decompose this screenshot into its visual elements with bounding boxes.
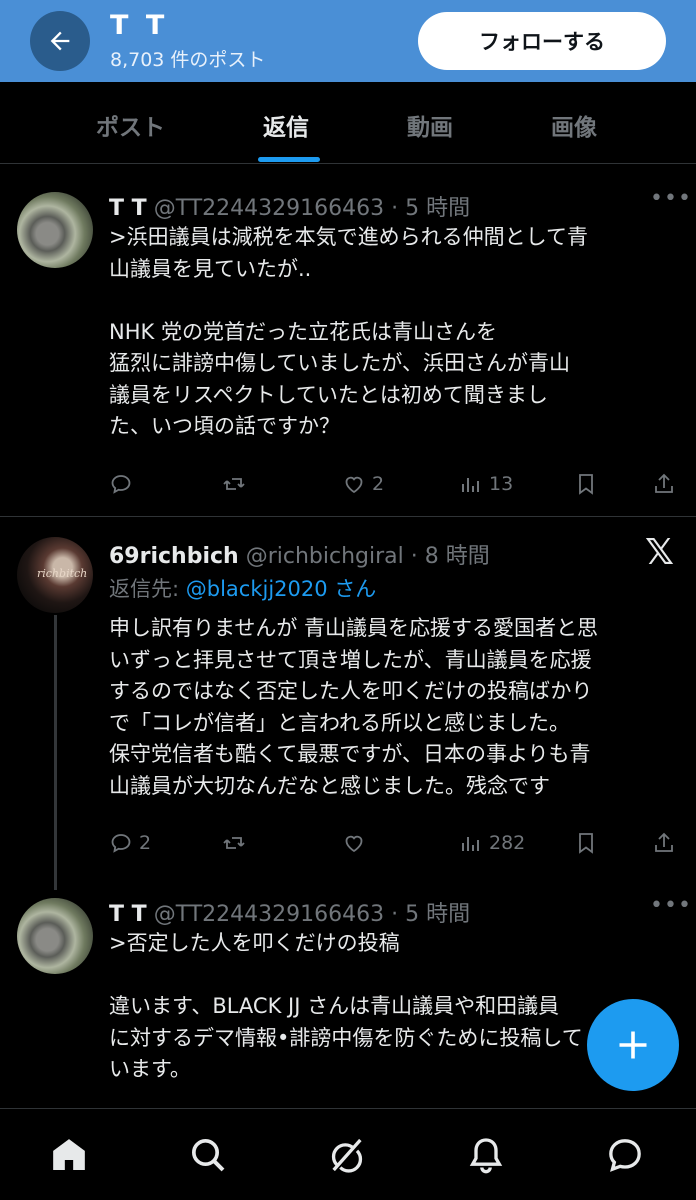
tab-videos[interactable]: 動画	[407, 108, 453, 142]
bookmark-icon	[579, 833, 593, 854]
profile-header: T T 8,703 件のポスト フォローする	[0, 0, 696, 82]
share-icon	[655, 832, 673, 852]
post-gap	[109, 960, 669, 992]
post-line: いずっと拝見させて頂き増したが、青山議員を応援	[109, 647, 592, 672]
bell-icon	[469, 1138, 503, 1174]
search-icon	[192, 1139, 225, 1172]
post-line: NHK 党の党首だった立花氏は青山さんを	[109, 319, 497, 344]
post-line: 猛烈に誹謗中傷していましたが、浜田さんが青山	[109, 351, 570, 375]
tab-replies[interactable]: 返信	[263, 108, 309, 142]
post-body: >否定した人を叩くだけの投稿 違います、BLACK JJ さんは青山議員や和田議…	[109, 928, 669, 1086]
post-line: 保守党信者も酷くて最悪ですが、日本の事よりも青	[109, 742, 591, 766]
retweet-icon	[223, 837, 245, 849]
post-meta: 69richbich @richbichgiral · 8 時間	[109, 538, 490, 570]
post-actions: 2 13	[109, 469, 679, 499]
avatar[interactable]	[17, 192, 93, 268]
heart-icon	[345, 835, 363, 853]
retweet-button[interactable]	[222, 828, 246, 858]
bookmark-button[interactable]	[574, 469, 598, 499]
author-handle: @richbichgiral · 8 時間	[245, 544, 490, 569]
tab-images[interactable]: 画像	[551, 108, 597, 142]
more-icon[interactable]: •••	[650, 186, 692, 211]
bookmark-button[interactable]	[574, 828, 598, 858]
share-button[interactable]	[652, 828, 676, 858]
post-line: います。	[109, 1057, 191, 1081]
views-icon	[462, 837, 479, 851]
post-count: 8,703 件のポスト	[110, 49, 266, 71]
post-line: た、いつ頃の話ですか？	[109, 414, 340, 438]
views-button[interactable]: 282	[459, 828, 525, 858]
avatar-text: richbitch	[37, 567, 88, 580]
profile-name: T T	[110, 10, 169, 41]
bottom-nav	[0, 1108, 696, 1200]
post-line: >否定した人を叩くだけの投稿	[109, 931, 400, 955]
nav-notifications[interactable]	[464, 1133, 508, 1177]
reply-button[interactable]	[109, 469, 133, 499]
post-item[interactable]: richbitch 69richbich @richbichgiral · 8 …	[0, 517, 696, 887]
reply-button[interactable]: 2	[109, 828, 151, 858]
like-button[interactable]: 2	[342, 469, 384, 499]
views-count: 282	[489, 832, 526, 854]
compose-button[interactable]	[587, 999, 679, 1091]
grok-icon	[331, 1138, 363, 1173]
home-icon	[53, 1139, 85, 1170]
views-icon	[462, 478, 479, 492]
share-button[interactable]	[652, 469, 676, 499]
author-name[interactable]: T T	[109, 196, 147, 221]
mention-link[interactable]: @blackjj2020 さん	[186, 577, 377, 601]
active-tab-indicator	[258, 157, 320, 162]
like-count: 2	[372, 473, 385, 495]
post-line: 違います、BLACK JJ さんは青山議員や和田議員	[109, 994, 560, 1018]
reply-icon	[111, 834, 131, 853]
author-handle: @TT2244329166463 · 5 時間	[153, 902, 471, 927]
post-line: 申し訳有りませんが 青山議員を応援する愛国者と思	[109, 616, 599, 640]
nav-grok[interactable]	[325, 1133, 369, 1177]
reply-count: 2	[139, 832, 152, 854]
views-button[interactable]: 13	[459, 469, 513, 499]
profile-tabs: ポスト 返信 動画 画像	[0, 82, 696, 164]
bookmark-icon	[579, 474, 593, 495]
post-line: 山議員が大切なんだなと感じました。残念です	[109, 773, 550, 798]
post-line: に対するデマ情報•誹謗中傷を防ぐために投稿して	[109, 1025, 583, 1050]
avatar[interactable]	[17, 898, 93, 974]
x-logo-icon: 𝕏	[645, 532, 675, 573]
plus-icon	[619, 1031, 647, 1059]
author-name[interactable]: 69richbich	[109, 544, 239, 569]
post-body: 申し訳有りませんが 青山議員を応援する愛国者と思 いずっと拝見させて頂き増したが…	[109, 613, 669, 802]
post-line: 山議員を見ていたが..	[109, 256, 312, 281]
post-body: >浜田議員は減税を本気で進められる仲間として青 山議員を見ていたが.. NHK …	[109, 222, 669, 443]
retweet-icon	[223, 478, 245, 490]
nav-home[interactable]	[47, 1133, 91, 1177]
reply-to-prefix: 返信先:	[109, 577, 186, 601]
post-meta: T T @TT2244329166463 · 5 時間	[109, 896, 470, 928]
reply-to: 返信先: @blackjj2020 さん	[109, 573, 376, 603]
post-meta: T T @TT2244329166463 · 5 時間	[109, 190, 470, 222]
post-line: 議員をリスペクトしていたとは初めて聞きまし	[109, 382, 548, 407]
retweet-button[interactable]	[222, 469, 246, 499]
post-line: で「コレが信者」と言われる所以と感じました。	[109, 710, 570, 735]
post-gap	[109, 285, 669, 317]
reply-icon	[111, 475, 131, 494]
more-icon[interactable]: •••	[650, 893, 692, 918]
post-line: するのではなく否定した人を叩くだけの投稿ばかり	[109, 679, 593, 703]
nav-search[interactable]	[186, 1133, 230, 1177]
views-count: 13	[489, 473, 514, 495]
post-actions: 2 282	[109, 828, 679, 858]
avatar[interactable]: richbitch	[17, 537, 93, 613]
post-item[interactable]: T T @TT2244329166463 · 5 時間 ••• >浜田議員は減税…	[0, 164, 696, 516]
tab-posts[interactable]: ポスト	[96, 108, 165, 142]
follow-button[interactable]: フォローする	[418, 12, 666, 70]
author-handle: @TT2244329166463 · 5 時間	[153, 196, 471, 221]
like-button[interactable]	[342, 828, 366, 858]
share-icon	[655, 473, 673, 493]
nav-messages[interactable]	[603, 1133, 647, 1177]
message-icon	[609, 1139, 641, 1172]
author-name[interactable]: T T	[109, 902, 147, 927]
arrow-left-icon	[50, 31, 70, 51]
heart-icon	[345, 476, 363, 494]
post-item[interactable]: T T @TT2244329166463 · 5 時間 ••• >否定した人を叩…	[0, 887, 696, 1108]
back-button[interactable]	[30, 11, 90, 71]
post-line: >浜田議員は減税を本気で進められる仲間として青	[109, 225, 588, 249]
